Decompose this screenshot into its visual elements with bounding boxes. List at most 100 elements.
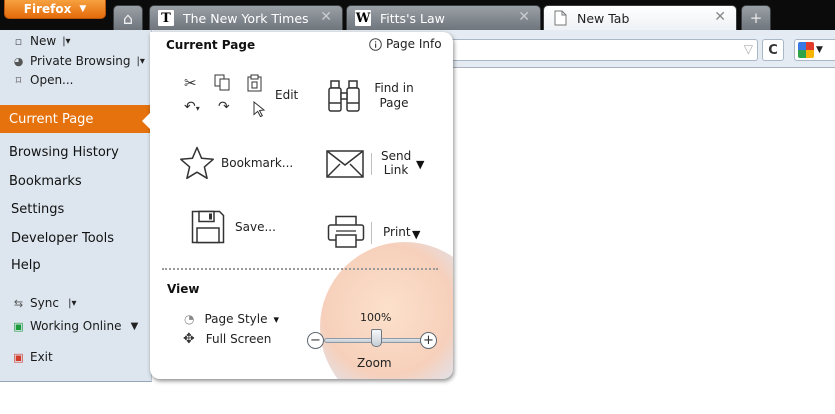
copy-icon[interactable] — [214, 74, 230, 94]
undo-icon[interactable]: ↶▾ — [184, 100, 200, 114]
menu-item-exit[interactable]: ▣ Exit — [11, 348, 53, 366]
cut-icon[interactable]: ✂ — [184, 76, 197, 91]
send-link-dropdown-icon[interactable]: ▼ — [416, 158, 424, 171]
search-engine-button[interactable]: ▼ — [794, 39, 835, 61]
plus-icon: + — [423, 333, 434, 348]
send-link-label[interactable]: Send Link — [381, 149, 411, 177]
print-button[interactable] — [327, 215, 365, 252]
tab-new-tab[interactable]: New Tab ✕ — [543, 5, 737, 30]
view-section-title: View — [167, 282, 200, 296]
close-tab-icon[interactable]: ✕ — [320, 9, 332, 25]
menu-item-label: Exit — [30, 350, 53, 364]
dropdown-arrow-icon[interactable]: |▾ — [65, 298, 76, 309]
firefox-menu-button[interactable]: Firefox ▼ — [4, 0, 106, 19]
tab-home[interactable]: ⌂ — [113, 5, 143, 30]
find-in-page-label: Find in Page — [374, 81, 414, 111]
menu-item-label: Bookmarks — [9, 173, 82, 189]
menu-item-help[interactable]: Help — [0, 251, 152, 279]
send-link-button[interactable] — [326, 150, 364, 181]
sync-icon: ⇆ — [13, 296, 24, 310]
menu-item-private-browsing[interactable]: ◕ Private Browsing |▾ — [11, 52, 145, 70]
menu-item-browsing-history[interactable]: Browsing History — [0, 138, 152, 166]
menu-item-working-online[interactable]: ▣ Working Online ▼ — [11, 317, 138, 335]
network-icon: ▣ — [13, 319, 24, 333]
url-history-dropdown-icon[interactable]: ▽ — [744, 42, 753, 56]
redo-icon[interactable]: ↷ — [218, 100, 230, 114]
tab-new-york-times[interactable]: T The New York Times ✕ — [149, 5, 343, 30]
reload-icon: C — [768, 42, 778, 58]
printer-icon — [327, 215, 365, 248]
save-button[interactable]: Save... — [191, 210, 276, 244]
bookmark-label: Bookmark... — [221, 156, 294, 170]
panel-title: Current Page — [166, 38, 256, 52]
tab-strip: Firefox ▼ ⌂ T The New York Times ✕ W Fit… — [0, 0, 835, 30]
menu-item-current-page[interactable]: Current Page — [0, 105, 152, 133]
url-bar[interactable]: ▽ — [440, 39, 758, 61]
wikipedia-favicon-icon: W — [355, 10, 371, 26]
firefox-button-label: Firefox — [23, 2, 72, 16]
tab-title: Fitts's Law — [380, 10, 445, 26]
reload-button[interactable]: C — [762, 39, 784, 61]
menu-item-developer-tools[interactable]: Developer Tools — [0, 224, 152, 252]
edit-label: Edit — [275, 88, 299, 102]
full-screen-label: Full Screen — [205, 332, 272, 346]
zoom-slider-thumb[interactable] — [370, 329, 382, 347]
zoom-value: 100% — [360, 311, 392, 324]
page-style-button[interactable]: ◔ Page Style ▾ — [184, 312, 279, 326]
exit-icon: ▣ — [13, 350, 24, 364]
find-in-page-button[interactable] — [328, 79, 360, 116]
new-tab-button[interactable]: + — [741, 5, 771, 30]
mask-icon: ◕ — [13, 54, 24, 68]
close-tab-icon[interactable]: ✕ — [714, 9, 726, 25]
menu-item-label: Browsing History — [9, 144, 119, 160]
close-tab-icon[interactable]: ✕ — [518, 9, 530, 25]
menu-item-label: Developer Tools — [11, 230, 115, 246]
menu-item-label: Current Page — [9, 111, 94, 127]
plus-icon: + — [749, 9, 763, 27]
dropdown-arrow-icon[interactable]: ▼ — [127, 321, 139, 332]
current-page-pointer — [142, 112, 151, 130]
floppy-disk-icon — [191, 210, 225, 244]
menu-item-new[interactable]: ▫ New |▾ — [11, 32, 71, 50]
menu-item-label: New — [30, 34, 57, 48]
dropdown-arrow-icon[interactable]: |▾ — [62, 36, 70, 47]
chevron-down-icon: ▼ — [816, 45, 823, 55]
blank-page-icon — [552, 10, 568, 26]
page-info-button[interactable]: Page Info — [369, 37, 442, 51]
dropdown-arrow-icon[interactable]: |▾ — [137, 56, 145, 67]
select-all-icon[interactable] — [253, 100, 267, 120]
menu-item-open[interactable]: ⌑ Open... — [11, 71, 74, 89]
paste-icon[interactable] — [247, 74, 262, 95]
app-menu-left-column: ▫ New |▾ ◕ Private Browsing |▾ ⌑ Open...… — [0, 30, 152, 382]
save-label: Save... — [235, 220, 276, 234]
find-label-line-1: Find in — [374, 81, 414, 95]
menu-item-bookmarks[interactable]: Bookmarks — [0, 167, 152, 195]
current-page-panel: Current Page Page Info ✂ ↶▾ ↷ Edit Find — [150, 32, 453, 379]
separator — [371, 222, 372, 244]
edit-group: ✂ ↶▾ ↷ — [184, 74, 269, 120]
envelope-icon — [326, 150, 364, 178]
full-screen-button[interactable]: ✥ Full Screen — [183, 332, 271, 346]
binoculars-icon — [328, 80, 360, 112]
tab-fitts-law[interactable]: W Fitts's Law ✕ — [346, 5, 541, 30]
print-dropdown-icon[interactable]: ▼ — [412, 228, 420, 241]
bookmark-button[interactable]: Bookmark... — [179, 146, 293, 180]
find-label-line-2: Page — [379, 96, 409, 110]
send-label-line-2: Link — [383, 163, 409, 177]
star-icon — [180, 146, 214, 180]
menu-item-settings[interactable]: Settings — [0, 195, 152, 223]
nyt-favicon-icon: T — [158, 10, 174, 26]
page-info-label: Page Info — [386, 37, 442, 51]
google-icon — [798, 42, 814, 58]
menu-item-label: Open... — [30, 73, 74, 87]
menu-item-sync[interactable]: ⇆ Sync |▾ — [11, 294, 77, 312]
menu-item-label: Private Browsing — [30, 54, 131, 68]
page-style-label: Page Style — [204, 312, 268, 326]
chevron-down-icon: ▾ — [273, 312, 280, 326]
folder-icon: ⌑ — [15, 73, 22, 87]
zoom-out-button[interactable]: − — [307, 332, 324, 349]
menu-item-label: Sync — [30, 296, 59, 310]
print-label[interactable]: Print — [383, 225, 411, 239]
zoom-in-button[interactable]: + — [420, 332, 437, 349]
separator — [371, 153, 372, 175]
